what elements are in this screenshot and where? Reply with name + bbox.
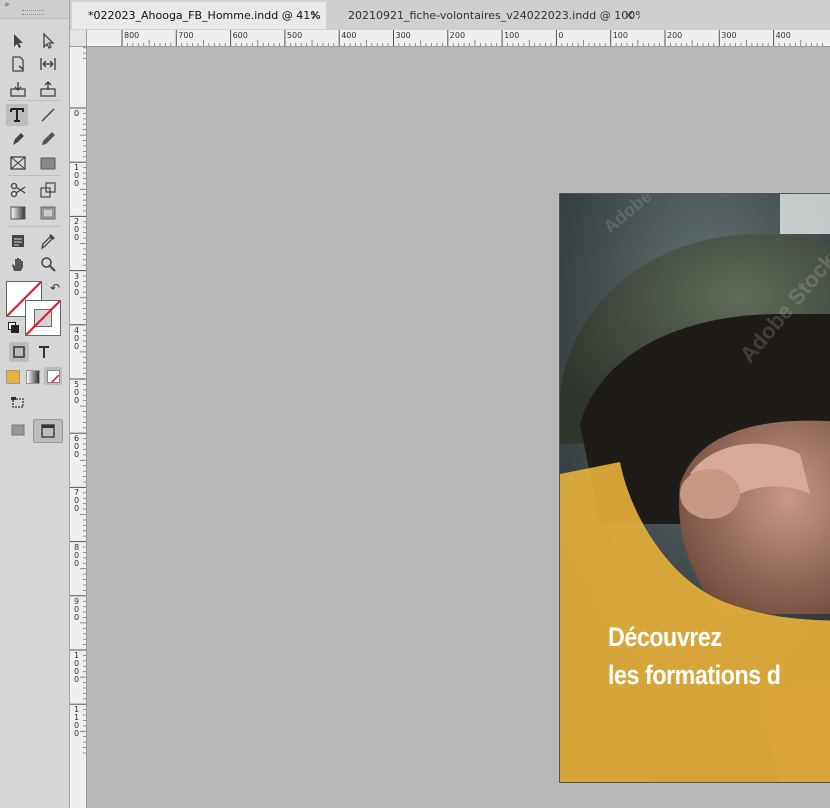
ruler-label: 200: [73, 217, 80, 243]
rectangle-tool-icon[interactable]: [37, 152, 59, 174]
ruler-label: 100: [504, 31, 520, 40]
formatting-container-icon[interactable]: [9, 342, 29, 362]
headline-line-2: les formations d: [608, 660, 781, 690]
ruler-label: 200: [449, 31, 466, 40]
apply-color-button[interactable]: [6, 370, 20, 384]
ruler-label: 600: [73, 434, 80, 460]
pen-tool-icon[interactable]: [7, 128, 29, 150]
document-page[interactable]: Adobe Stock Adobe Stock Découvrez les fo…: [559, 193, 830, 783]
ruler-label: 300: [73, 271, 80, 297]
type-tool-icon[interactable]: [6, 104, 28, 126]
ruler-label: 900: [73, 596, 80, 622]
horizontal-ruler[interactable]: 800 700 600 500 400 300 200 100 0 100 200 300 400: [70, 30, 830, 47]
gradient-feather-tool-icon[interactable]: [37, 202, 59, 224]
close-icon[interactable]: ×: [310, 2, 320, 29]
free-transform-tool-icon[interactable]: [37, 179, 59, 201]
tab-ahooga-fb-homme[interactable]: *022023_Ahooga_FB_Homme.indd @ 41% ×: [72, 2, 326, 29]
ruler-label: 100: [73, 163, 80, 189]
ruler-label: 1000: [73, 651, 80, 684]
ruler-label: 300: [395, 31, 411, 40]
headline-text-frame[interactable]: Découvrez les formations d: [608, 618, 781, 694]
ruler-label: 400: [775, 31, 791, 40]
tab-fiche-volontaires[interactable]: 20210921_fiche-volontaires_v24022023.ind…: [332, 2, 640, 29]
none-slash-icon: [50, 374, 59, 382]
headline-line-1: Découvrez: [608, 622, 722, 652]
stroke-swatch[interactable]: [25, 300, 61, 336]
ruler-label: 800: [73, 542, 80, 568]
ruler-label: 500: [73, 380, 80, 405]
zoom-tool-icon[interactable]: [37, 253, 59, 275]
panel-grip[interactable]: »: [0, 0, 69, 19]
tools-panel: » ↶: [0, 0, 70, 808]
grip-dots-icon: [22, 10, 44, 15]
swap-fill-stroke-icon[interactable]: ↶: [50, 281, 60, 295]
ruler-label: 100: [612, 31, 628, 40]
ruler-label: 700: [178, 31, 194, 40]
apply-none-button[interactable]: [44, 367, 62, 385]
selection-tool-icon[interactable]: [7, 30, 29, 52]
ruler-label: 0: [73, 109, 80, 118]
screen-mode-icon[interactable]: [8, 393, 28, 413]
normal-mode-icon[interactable]: [33, 419, 63, 443]
formatting-text-icon[interactable]: [34, 342, 54, 362]
hand-tool-icon[interactable]: [7, 253, 29, 275]
ruler-label: 800: [124, 31, 140, 40]
ruler-label: 1100: [73, 705, 80, 739]
line-tool-icon[interactable]: [37, 104, 59, 126]
ruler-label: 500: [286, 31, 303, 40]
direct-selection-tool-icon[interactable]: [37, 30, 59, 52]
scissors-tool-icon[interactable]: [7, 179, 29, 201]
tab-label: *022023_Ahooga_FB_Homme.indd @ 41%: [88, 9, 321, 22]
content-collector-icon[interactable]: [7, 78, 29, 100]
ruler-label: 400: [73, 325, 80, 351]
none-slash-icon: [26, 301, 60, 335]
ruler-label: 600: [232, 31, 248, 40]
ruler-label: 300: [721, 31, 737, 40]
gap-tool-icon[interactable]: [37, 53, 59, 75]
pasteboard[interactable]: Adobe Stock Adobe Stock Découvrez les fo…: [87, 47, 830, 808]
vertical-ruler[interactable]: 0010020030040050060070080090010001100: [70, 46, 87, 808]
ruler-label: 200: [667, 31, 683, 40]
page-tool-icon[interactable]: [7, 53, 29, 75]
close-icon[interactable]: ×: [624, 2, 634, 29]
ruler-label: 400: [341, 31, 357, 40]
note-tool-icon[interactable]: [7, 230, 29, 252]
eyedropper-tool-icon[interactable]: [37, 230, 59, 252]
tab-label: 20210921_fiche-volontaires_v24022023.ind…: [348, 9, 640, 22]
preview-mode-icon[interactable]: [8, 420, 28, 440]
default-fill-stroke-icon[interactable]: [8, 322, 19, 333]
ruler-label: 0: [558, 31, 564, 40]
content-placer-icon[interactable]: [37, 78, 59, 100]
document-tab-bar: *022023_Ahooga_FB_Homme.indd @ 41% × 202…: [70, 0, 830, 31]
apply-gradient-button[interactable]: [26, 370, 40, 384]
pencil-tool-icon[interactable]: [37, 128, 59, 150]
ruler-origin[interactable]: [70, 30, 87, 47]
ruler-label: 700: [73, 488, 80, 514]
gradient-swatch-tool-icon[interactable]: [7, 202, 29, 224]
rectangle-frame-tool-icon[interactable]: [7, 152, 29, 174]
collapse-icon[interactable]: »: [4, 0, 10, 10]
